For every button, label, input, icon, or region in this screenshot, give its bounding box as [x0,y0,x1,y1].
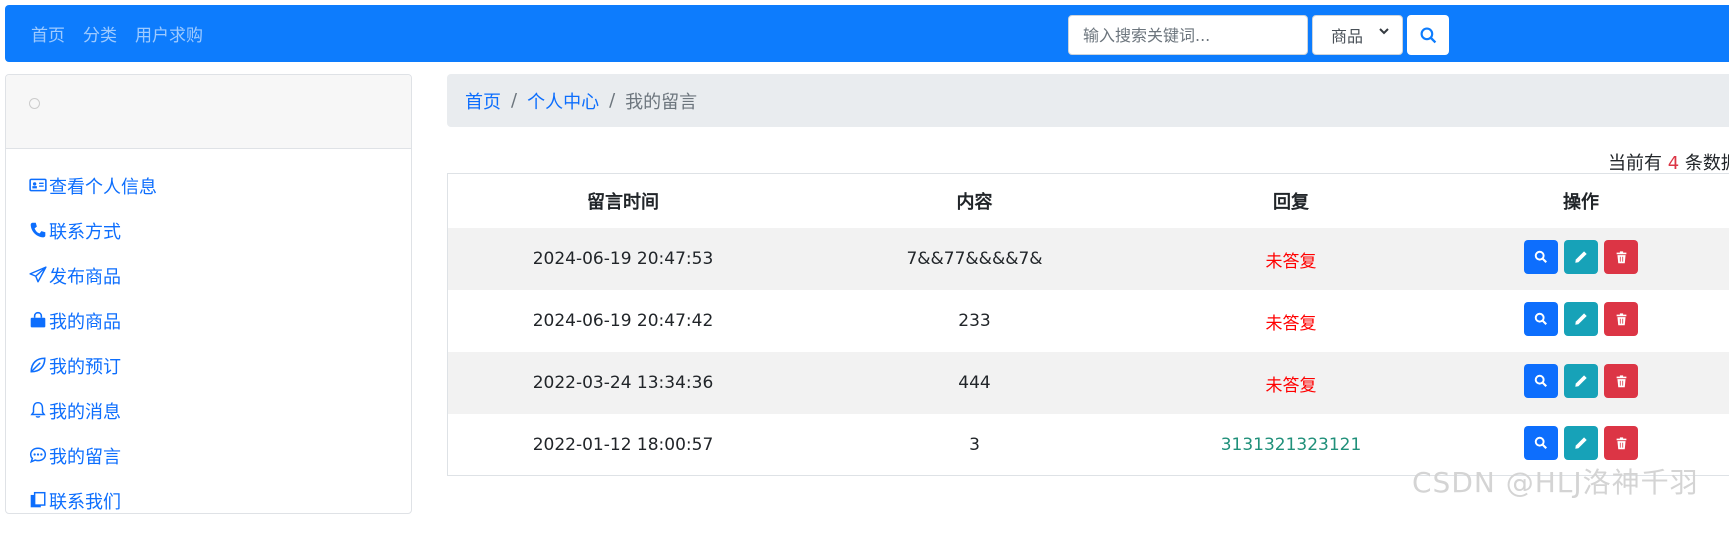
header-content: 内容 [956,192,993,213]
breadcrumb-separator: / [609,90,616,111]
delete-button[interactable] [1604,364,1638,398]
search-input[interactable] [1068,15,1308,55]
cell-time: 2022-03-24 13:34:36 [532,373,714,393]
header-reply: 回复 [1273,192,1309,213]
trash-icon [1616,312,1626,325]
edit-button[interactable] [1564,240,1598,274]
sidebar-item-messages[interactable]: 我的消息 [29,398,157,443]
table-row: 2024-06-19 20:47:42 233 未答复 [448,290,1729,352]
cell-reply: 未答复 [1265,313,1317,334]
id-card-icon [29,178,47,192]
breadcrumb: 首页 / 个人中心 / 我的留言 [447,74,1729,127]
cell-reply: 未答复 [1265,375,1317,396]
sidebar-item-contact[interactable]: 联系方式 [29,218,157,263]
edit-button[interactable] [1564,426,1598,460]
table-row: 2024-06-19 20:47:53 7&&77&&&&7& 未答复 [448,228,1729,290]
breadcrumb-current: 我的留言 [625,91,698,113]
pencil-icon [1575,375,1587,387]
sidebar-header [6,75,411,149]
count-suffix: 条数据 [1684,153,1729,174]
edit-button[interactable] [1564,302,1598,336]
send-icon [29,266,47,283]
breadcrumb-separator: / [511,90,518,111]
sidebar: 查看个人信息 联系方式 发布商品 我的商品 我的预订 我的消息 我的留言 联系我… [5,74,412,514]
sidebar-item-label: 我的消息 [49,402,121,423]
view-button[interactable] [1524,426,1558,460]
sidebar-item-label: 查看个人信息 [49,177,157,198]
view-button[interactable] [1524,364,1558,398]
chevron-down-icon [1378,25,1390,41]
table-row: 2022-03-24 13:34:36 444 未答复 [448,352,1729,414]
search-icon [1534,374,1547,387]
cell-actions [1431,290,1729,352]
sidebar-item-reservations[interactable]: 我的预订 [29,353,157,398]
cell-actions [1431,228,1729,290]
sidebar-item-label: 联系我们 [49,492,121,513]
sidebar-item-publish[interactable]: 发布商品 [29,263,157,308]
delete-button[interactable] [1604,240,1638,274]
sidebar-item-label: 联系方式 [49,222,121,243]
search-category-select[interactable]: 商品 [1312,15,1403,55]
cell-time: 2024-06-19 20:47:42 [532,311,714,331]
cell-content: 7&&77&&&&7& [906,249,1043,269]
sidebar-item-label: 发布商品 [49,267,121,288]
breadcrumb-center[interactable]: 个人中心 [527,88,599,114]
search-button[interactable] [1407,15,1449,55]
search-category-value: 商品 [1331,27,1364,46]
comments-table: 留言时间 内容 回复 操作 2024-06-19 20:47:53 7&&77&… [447,173,1729,476]
breadcrumb-home[interactable]: 首页 [465,88,501,114]
record-count: 当前有 4 条数据 [1608,149,1729,175]
cell-content: 444 [958,373,991,393]
pencil-icon [1575,251,1587,263]
sidebar-item-label: 我的商品 [49,312,121,333]
cell-actions [1431,352,1729,414]
cell-reply: 未答复 [1265,251,1317,272]
nav-link-category[interactable]: 分类 [83,21,117,46]
trash-icon [1616,250,1626,263]
search-icon [1534,436,1547,449]
files-icon [30,491,46,508]
table-header: 留言时间 内容 回复 操作 [448,174,1729,228]
sidebar-item-contact-us[interactable]: 联系我们 [29,488,157,533]
top-navbar: 首页 分类 用户求购 [5,5,1729,62]
delete-button[interactable] [1604,302,1638,336]
nav-link-wanted[interactable]: 用户求购 [135,21,203,46]
cell-time: 2024-06-19 20:47:53 [532,249,714,269]
view-button[interactable] [1524,302,1558,336]
bag-icon [30,311,46,328]
cell-time: 2022-01-12 18:00:57 [532,435,714,455]
watermark: CSDN @HLJ洛神千羽 [1412,466,1699,499]
telephone-icon [30,222,46,238]
leaf-icon [30,357,46,373]
edit-button[interactable] [1564,364,1598,398]
count-value: 4 [1667,153,1680,174]
sidebar-item-profile[interactable]: 查看个人信息 [29,173,157,218]
search-icon [1420,27,1436,43]
count-prefix: 当前有 [1608,153,1662,174]
sidebar-item-label: 我的预订 [49,357,121,378]
chat-dots-icon [29,447,47,464]
cell-content: 233 [958,311,991,331]
trash-icon [1616,436,1626,449]
sidebar-menu: 查看个人信息 联系方式 发布商品 我的商品 我的预订 我的消息 我的留言 联系我… [29,173,157,533]
bell-icon [30,401,46,418]
trash-icon [1616,374,1626,387]
sidebar-item-my-goods[interactable]: 我的商品 [29,308,157,353]
pencil-icon [1575,313,1587,325]
sidebar-item-comments[interactable]: 我的留言 [29,443,157,488]
nav-links: 首页 分类 用户求购 [31,5,221,62]
view-button[interactable] [1524,240,1558,274]
sidebar-item-label: 我的留言 [49,447,121,468]
header-time: 留言时间 [587,192,659,213]
pencil-icon [1575,437,1587,449]
cell-content: 3 [969,435,980,455]
delete-button[interactable] [1604,426,1638,460]
search-icon [1534,312,1547,325]
header-actions: 操作 [1563,192,1599,213]
avatar [29,98,40,109]
cell-reply: 3131321323121 [1220,435,1362,455]
search-icon [1534,250,1547,263]
nav-link-home[interactable]: 首页 [31,21,65,46]
